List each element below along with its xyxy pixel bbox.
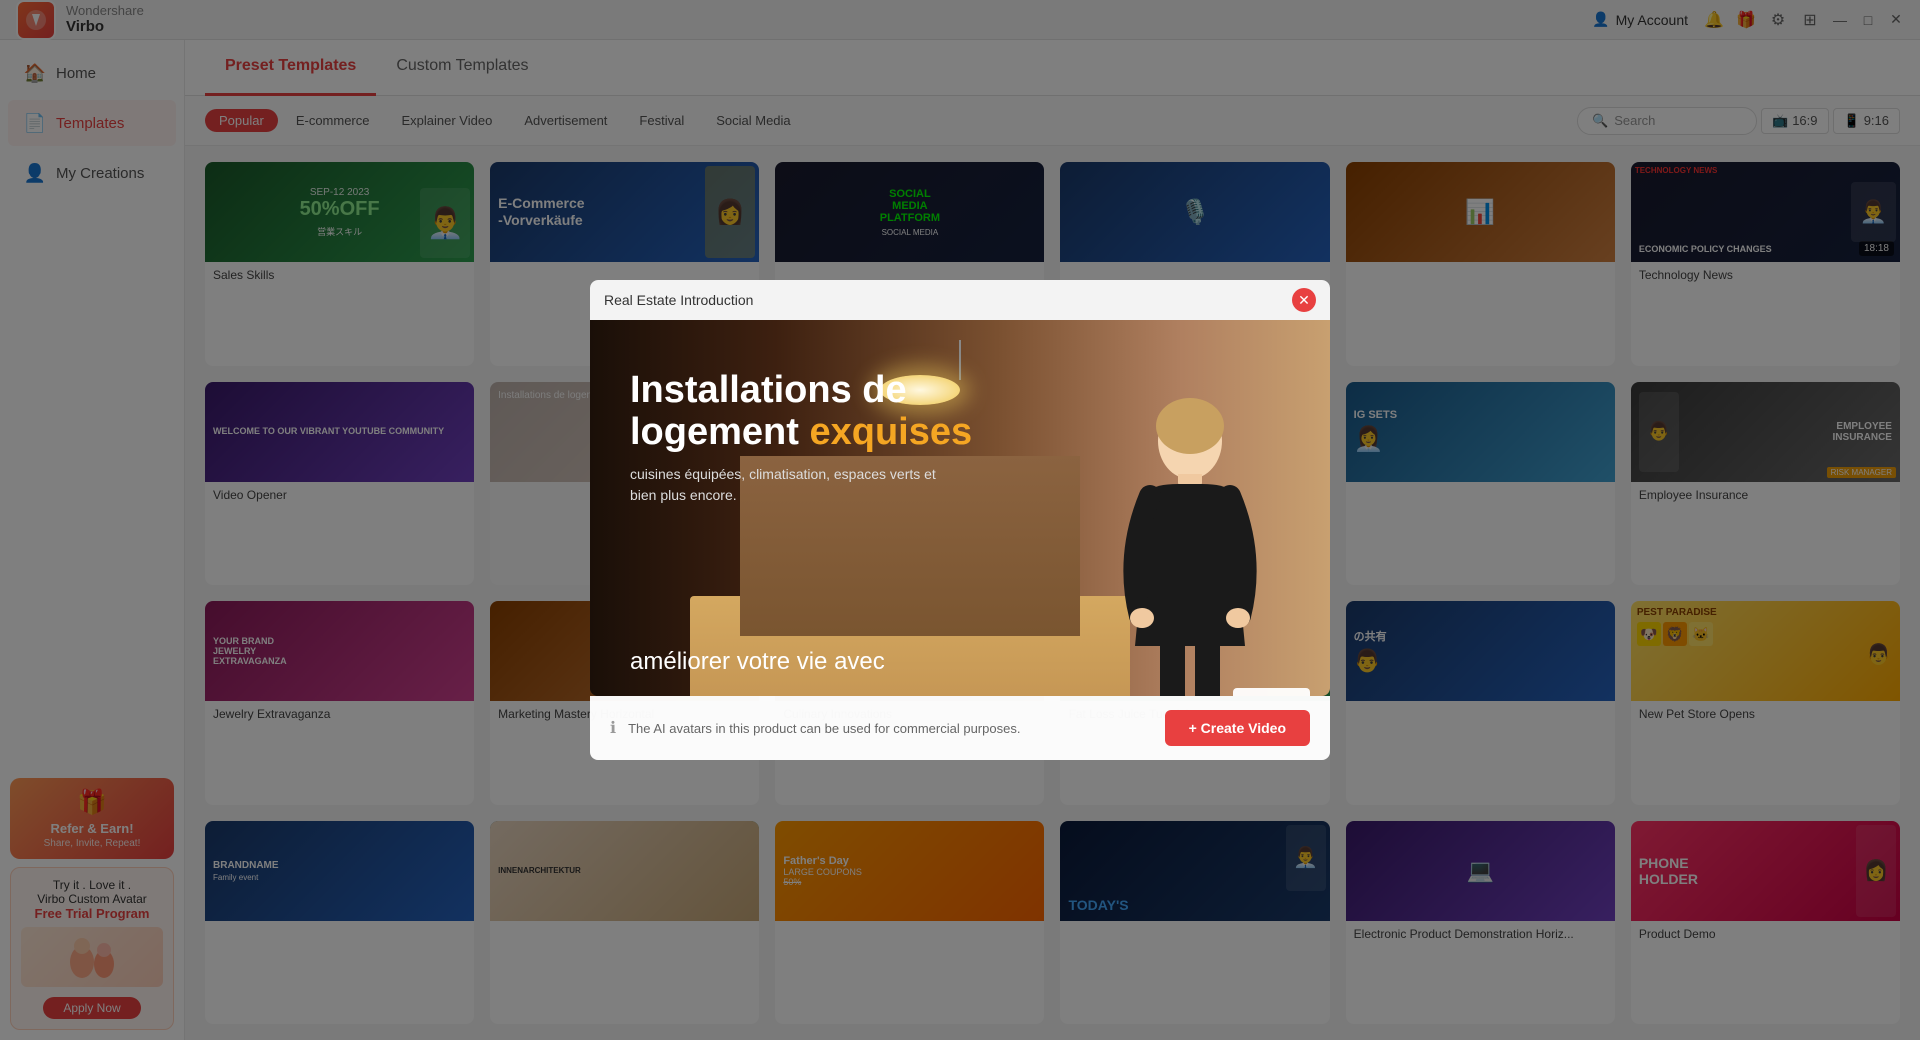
- avatar-container: [1080, 376, 1300, 696]
- modal-title-bar: Real Estate Introduction ✕: [590, 280, 1330, 320]
- modal-info-text: The AI avatars in this product can be us…: [628, 721, 1153, 736]
- modal-title: Real Estate Introduction: [604, 292, 753, 308]
- modal-bottom-bar: ℹ The AI avatars in this product can be …: [590, 696, 1330, 760]
- modal-bottom-text: améliorer votre vie avec: [630, 648, 885, 676]
- avatar-figure: [1100, 396, 1280, 696]
- modal-video: Real Estate Introduction ✕: [590, 280, 1330, 696]
- info-icon: ℹ: [610, 718, 616, 738]
- modal-text-overlay: Installations de logement exquises cuisi…: [630, 370, 972, 506]
- modal-video-scene: Installations de logement exquises cuisi…: [590, 320, 1330, 696]
- modal-close-button[interactable]: ✕: [1292, 288, 1316, 312]
- modal-avatar-badge: Louise: [1233, 688, 1310, 696]
- modal-overlay: Real Estate Introduction ✕: [0, 0, 1920, 1040]
- modal-content: Real Estate Introduction ✕: [590, 280, 1330, 760]
- modal-heading: Installations de logement exquises: [630, 370, 972, 454]
- app-window: Wondershare Virbo 👤 My Account 🔔 🎁 ⚙ ⊞ —…: [0, 0, 1920, 1040]
- modal-subtext: cuisines équipées, climatisation, espace…: [630, 464, 950, 506]
- create-video-button[interactable]: + Create Video: [1165, 710, 1310, 746]
